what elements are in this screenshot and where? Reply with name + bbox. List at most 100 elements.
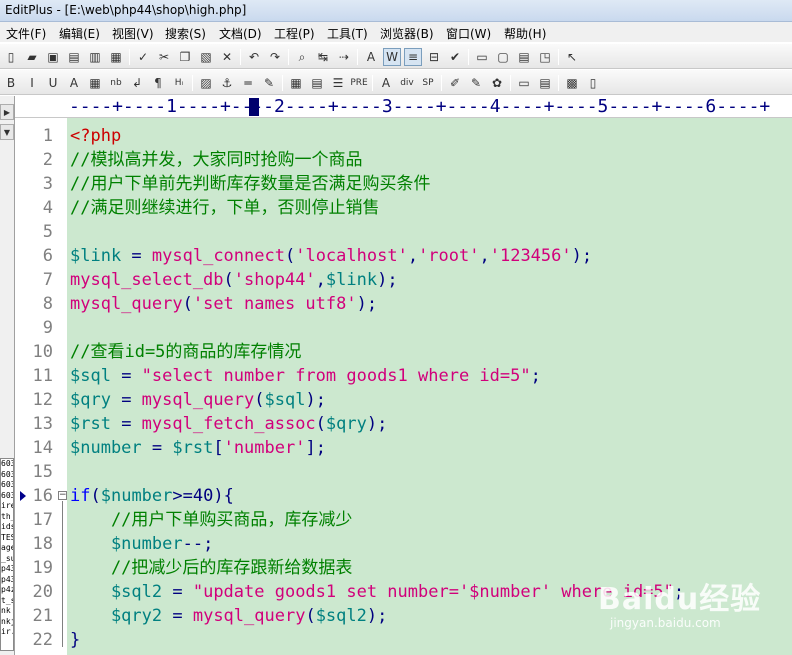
new-file-icon[interactable]: ▯ — [2, 48, 20, 66]
save-all-icon[interactable]: ▤ — [65, 48, 83, 66]
file-list-item[interactable]: 603 — [1, 480, 13, 491]
file-list-item[interactable]: age — [1, 543, 13, 554]
nbsp-icon[interactable]: nb — [107, 74, 125, 92]
anchor-icon[interactable]: ⚓ — [218, 74, 236, 92]
window-list-icon[interactable]: ▭ — [473, 48, 491, 66]
code-line: //用户下单购买商品，库存减少 — [70, 508, 352, 532]
code-token-op: ); — [305, 390, 326, 410]
file-list-item[interactable]: ids. — [1, 522, 13, 533]
bold-icon[interactable]: B — [2, 74, 20, 92]
spell-check-icon[interactable]: ✓ — [134, 48, 152, 66]
list-icon[interactable]: ☰ — [329, 74, 347, 92]
code-token-var: $number — [70, 534, 183, 554]
menu-file[interactable]: 文件(F) — [6, 25, 46, 42]
undo-icon[interactable]: ↶ — [245, 48, 263, 66]
menu-document[interactable]: 文档(D) — [219, 25, 262, 42]
menu-tools[interactable]: 工具(T) — [327, 25, 368, 42]
cliptext-icon[interactable]: ▤ — [515, 48, 533, 66]
file-list-item[interactable]: t_s — [1, 596, 13, 607]
menu-help[interactable]: 帮助(H) — [504, 25, 546, 42]
italic-icon[interactable]: I — [23, 74, 41, 92]
table-icon[interactable]: ▦ — [287, 74, 305, 92]
file-list-item[interactable]: p4z — [1, 585, 13, 596]
pointer-icon[interactable]: ↖ — [563, 48, 581, 66]
code-token-op: = — [110, 390, 142, 410]
file-list-item[interactable]: TES — [1, 533, 13, 544]
text-icon[interactable]: A — [377, 74, 395, 92]
menu-project[interactable]: 工程(P) — [274, 25, 315, 42]
palette-icon[interactable]: ▩ — [563, 74, 581, 92]
find-icon[interactable]: ⌕ — [293, 48, 311, 66]
file-list-item[interactable]: th_j — [1, 512, 13, 523]
comment-icon[interactable]: ✎ — [260, 74, 278, 92]
word-wrap-icon[interactable]: W — [383, 48, 401, 66]
panel-icon[interactable]: ▯ — [584, 74, 602, 92]
redo-icon[interactable]: ↷ — [266, 48, 284, 66]
code-token-comment: //用户下单购买商品，库存减少 — [70, 510, 353, 530]
save-icon[interactable]: ▣ — [44, 48, 62, 66]
style-icon[interactable]: ✿ — [488, 74, 506, 92]
paragraph-icon[interactable]: ¶ — [149, 74, 167, 92]
menu-search[interactable]: 搜索(S) — [165, 25, 206, 42]
menu-view[interactable]: 视图(V) — [112, 25, 154, 42]
file-list-item[interactable]: 603 — [1, 470, 13, 481]
ruler: ----+----1----+----2----+----3----+----4… — [15, 96, 792, 118]
fold-toggle-icon[interactable]: − — [58, 491, 67, 500]
file-list-item[interactable]: nkj — [1, 617, 13, 628]
menu-edit[interactable]: 编辑(E) — [59, 25, 100, 42]
file-list-item[interactable]: p43 — [1, 564, 13, 575]
image-icon[interactable]: ▨ — [197, 74, 215, 92]
ruler-icon[interactable]: ⊟ — [425, 48, 443, 66]
pre-icon[interactable]: PRE — [350, 74, 368, 92]
font-color-icon[interactable]: A — [65, 74, 83, 92]
heading-icon[interactable]: Hᵢ — [170, 74, 188, 92]
toolbar-separator — [558, 49, 559, 65]
code-token-str: 'shop44' — [233, 270, 316, 290]
menu-browser[interactable]: 浏览器(B) — [380, 25, 434, 42]
title-bar: EditPlus - [E:\web\php44\shop\high.php] — [0, 0, 792, 22]
goto-icon[interactable]: ⇢ — [335, 48, 353, 66]
file-list-item[interactable]: _su — [1, 554, 13, 565]
panel-dropdown-icon[interactable]: ▼ — [0, 124, 14, 140]
open-file-icon[interactable]: ▰ — [23, 48, 41, 66]
script-icon[interactable]: ✎ — [467, 74, 485, 92]
file-list-item[interactable]: nk — [1, 606, 13, 617]
copy-icon[interactable]: ❐ — [176, 48, 194, 66]
file-list-item[interactable]: 603 — [1, 491, 13, 502]
form-icon[interactable]: ▤ — [308, 74, 326, 92]
code-token-op: ){ — [213, 486, 234, 506]
file-list-item[interactable]: p43 — [1, 575, 13, 586]
line-number-icon[interactable]: ≡ — [404, 48, 422, 66]
span-icon[interactable]: SP — [419, 74, 437, 92]
line-number: 19 — [32, 558, 53, 578]
font-icon[interactable]: A — [362, 48, 380, 66]
delete-icon[interactable]: ✕ — [218, 48, 236, 66]
code-token-comment: //用户下单前先判断库存数量是否满足购买条件 — [70, 174, 431, 194]
menu-window[interactable]: 窗口(W) — [446, 25, 491, 42]
file-list[interactable]: 603603603603iresth_jids.TESage_sup43p43p… — [0, 458, 14, 651]
directory-icon[interactable]: ▢ — [494, 48, 512, 66]
print-icon[interactable]: ▦ — [107, 48, 125, 66]
code-token-var: $rst — [172, 438, 214, 458]
panel-scroll-right-icon[interactable]: ▶ — [0, 104, 14, 120]
window-icon[interactable]: ▭ — [515, 74, 533, 92]
file-list-item[interactable]: 603 — [1, 459, 13, 470]
print-preview-icon[interactable]: ▥ — [86, 48, 104, 66]
underline-icon[interactable]: U — [44, 74, 62, 92]
code-token-op: 40 — [192, 486, 214, 506]
browser-icon[interactable]: ◳ — [536, 48, 554, 66]
check-icon[interactable]: ✔ — [446, 48, 464, 66]
color-grid-icon[interactable]: ▦ — [86, 74, 104, 92]
file-list-item[interactable]: ir.x — [1, 627, 13, 638]
edit-icon[interactable]: ✐ — [446, 74, 464, 92]
cut-icon[interactable]: ✂ — [155, 48, 173, 66]
replace-icon[interactable]: ↹ — [314, 48, 332, 66]
div-icon[interactable]: div — [398, 74, 416, 92]
code-token-op: = — [110, 366, 142, 386]
file-list-item[interactable]: ires — [1, 501, 13, 512]
paste-icon[interactable]: ▧ — [197, 48, 215, 66]
break-icon[interactable]: ↲ — [128, 74, 146, 92]
bookmark-arrow-icon[interactable] — [20, 491, 26, 501]
frame-icon[interactable]: ▤ — [536, 74, 554, 92]
hr-icon[interactable]: ═ — [239, 74, 257, 92]
